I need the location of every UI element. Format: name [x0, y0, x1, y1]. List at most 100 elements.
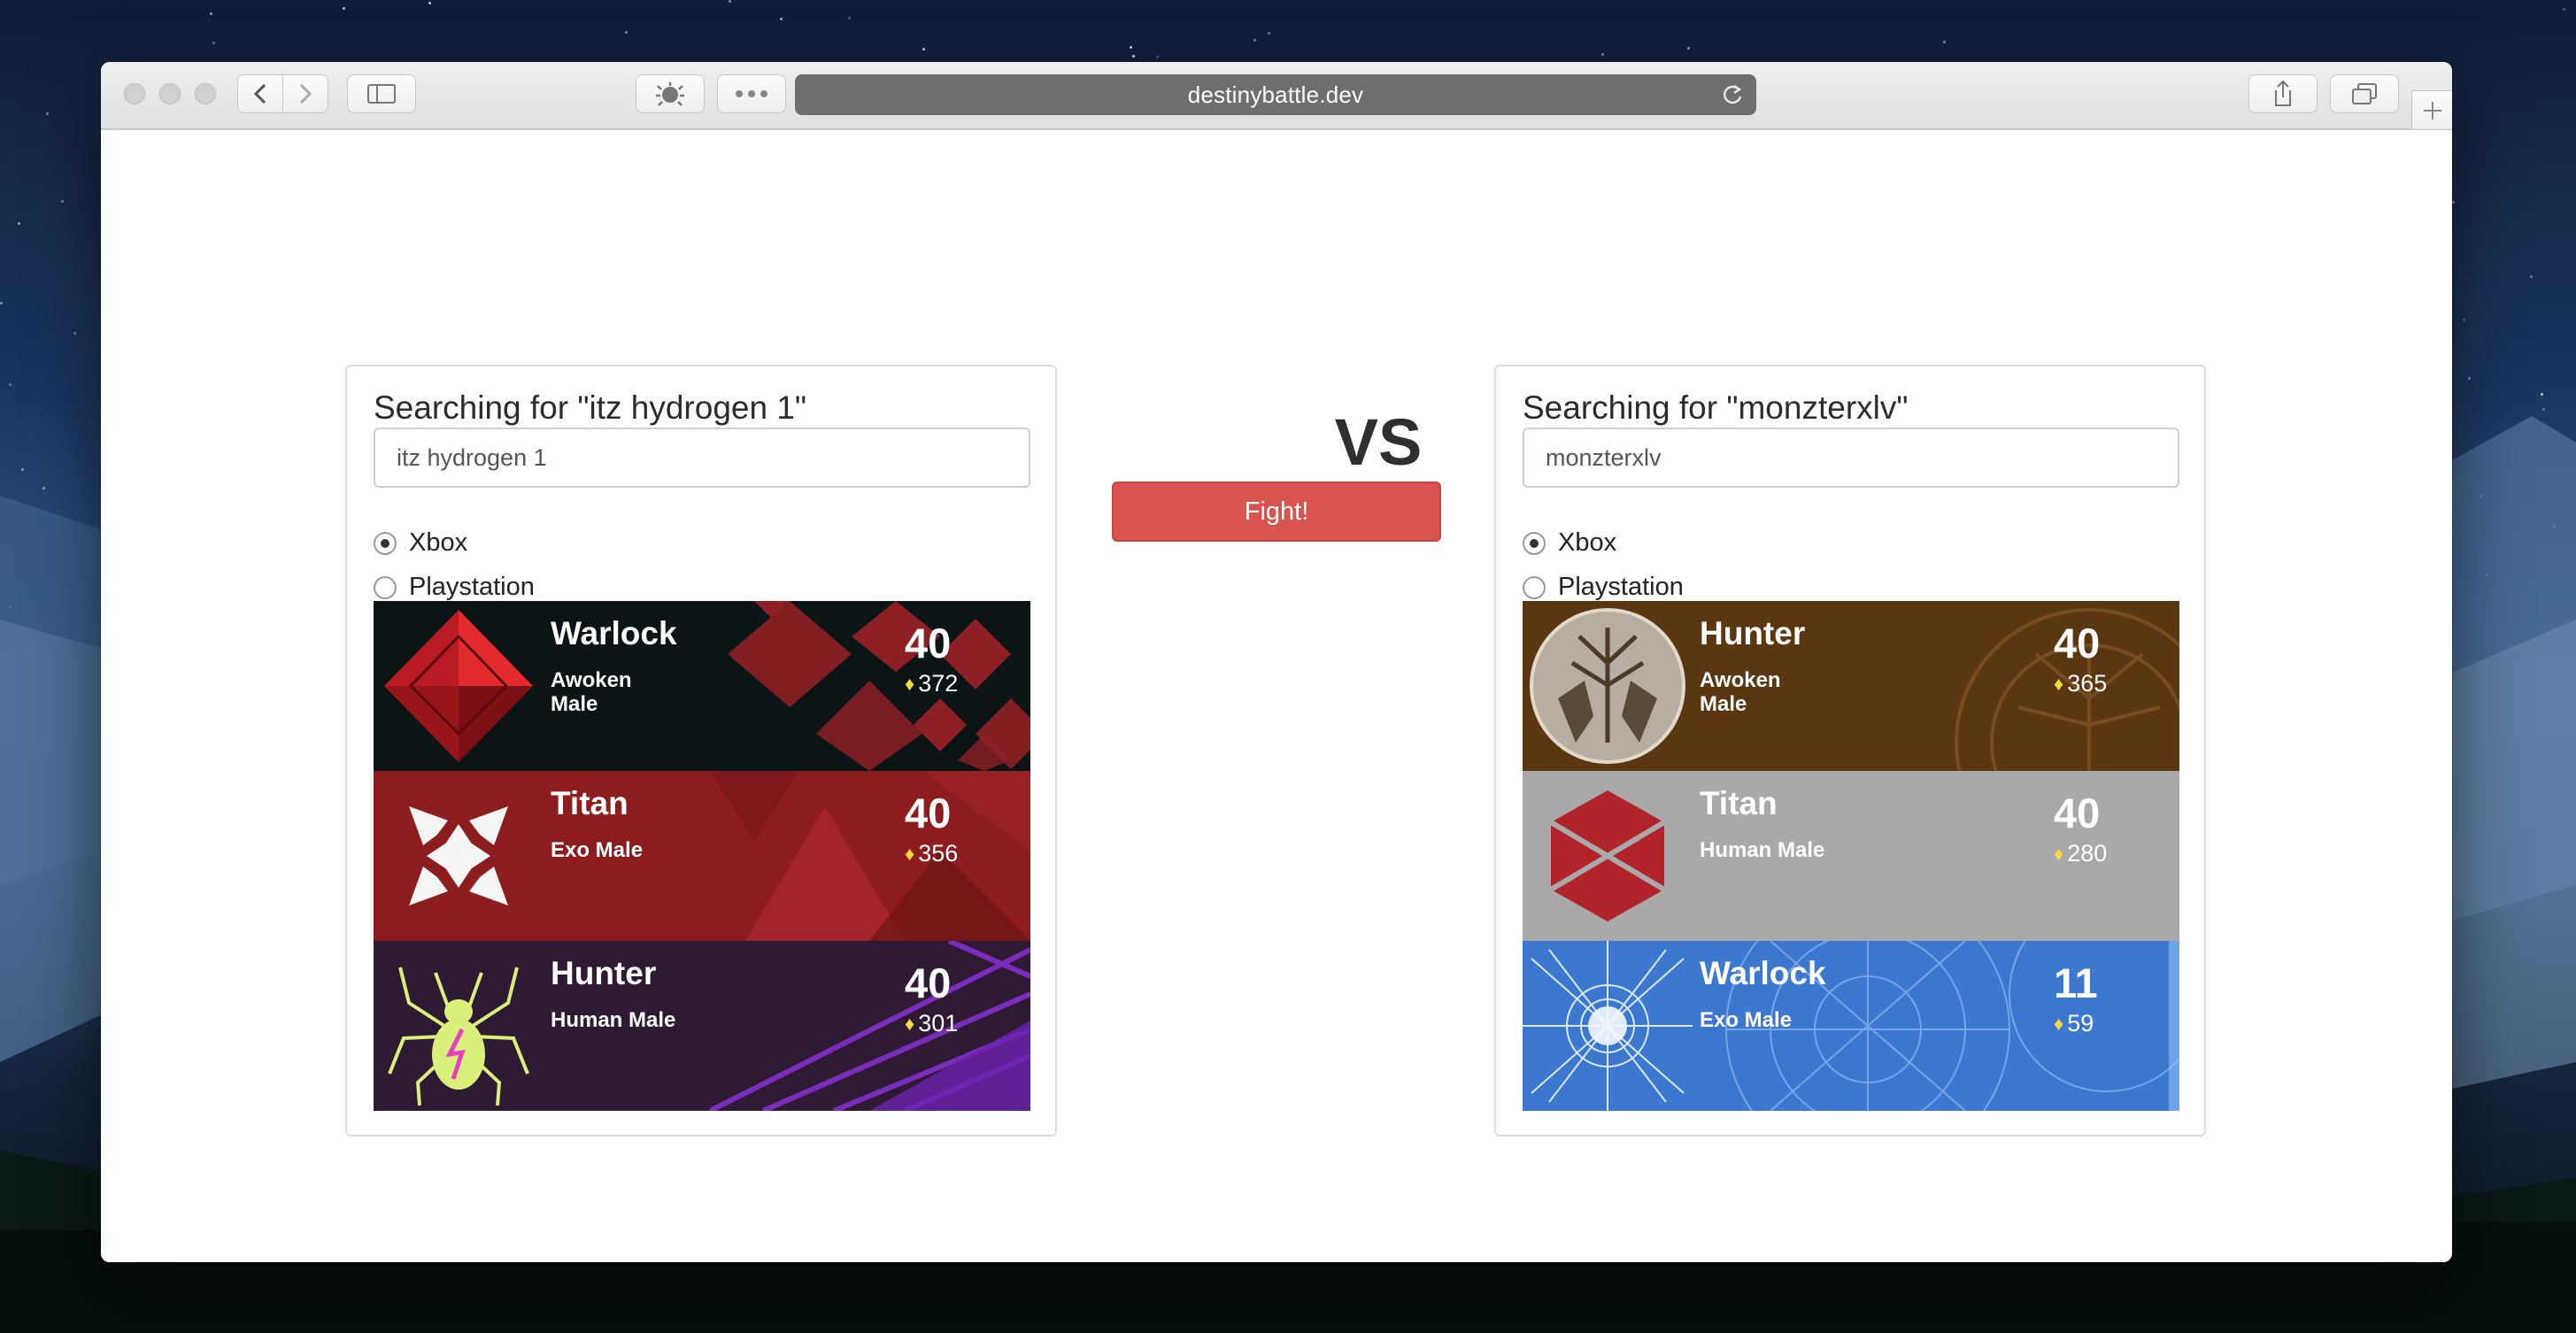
platform-option-playstation[interactable]: Playstation — [374, 573, 535, 602]
address-bar[interactable]: destinybattle.dev — [795, 74, 1756, 115]
character-class: Hunter — [1700, 615, 1806, 651]
character-card[interactable]: Titan Human Male 40 ♦ 280 — [1523, 771, 2179, 941]
player-one-panel: Searching for "itz hydrogen 1" Xbox Play… — [345, 365, 1057, 1137]
character-level: 11 — [2054, 959, 2098, 1006]
character-class: Warlock — [1700, 955, 1826, 991]
character-list: Warlock Awoken Male 40 ♦ 372 Titan Exo M… — [374, 601, 1030, 1111]
character-card[interactable]: Hunter Human Male 40 ♦ 301 — [374, 941, 1030, 1111]
light-value: 301 — [918, 1010, 959, 1036]
star-dot — [61, 200, 64, 203]
star-dot — [1268, 32, 1270, 35]
star-dot — [1132, 55, 1135, 58]
star-dot — [922, 48, 925, 50]
character-card[interactable]: Warlock Exo Male 11 ♦ 59 — [1523, 941, 2179, 1111]
star-dot — [848, 17, 851, 19]
character-level: 40 — [2054, 790, 2101, 836]
star-dot — [2452, 201, 2455, 204]
zoom-window-button[interactable] — [195, 83, 216, 104]
player-two-search-input[interactable] — [1523, 428, 2179, 488]
platform-option-xbox[interactable]: Xbox — [1523, 528, 1616, 558]
star-dot — [1156, 56, 1159, 58]
character-level: 40 — [2054, 620, 2101, 666]
character-race: Human Male — [1700, 838, 1825, 862]
player-one-search-input[interactable] — [374, 428, 1030, 488]
character-level: 40 — [905, 959, 952, 1006]
star-dot — [2480, 495, 2482, 497]
gender-line: Male — [1700, 692, 1747, 716]
minimize-window-button[interactable] — [159, 83, 181, 104]
search-heading: Searching for "itz hydrogen 1" — [374, 389, 807, 426]
reload-icon[interactable] — [1721, 83, 1744, 106]
star-dot — [212, 42, 215, 44]
star-dot — [1601, 53, 1604, 56]
star-dot — [2563, 8, 2565, 11]
extension-button[interactable] — [636, 74, 705, 113]
character-level: 40 — [905, 620, 952, 666]
character-card[interactable]: Hunter Awoken Male 40 ♦ 365 — [1523, 601, 2179, 771]
red-diamond-emblem-icon — [384, 610, 533, 762]
light-diamond-icon: ♦ — [2054, 842, 2064, 865]
character-list: Hunter Awoken Male 40 ♦ 365 Titan Human … — [1523, 601, 2179, 1111]
back-button[interactable] — [237, 74, 283, 113]
star-dot — [2553, 525, 2556, 528]
forward-button[interactable] — [282, 74, 328, 113]
star-dot — [2486, 574, 2488, 576]
star-dot — [46, 112, 49, 115]
tabs-icon — [2352, 83, 2377, 104]
radio-button[interactable] — [374, 575, 397, 599]
radio-button[interactable] — [1523, 531, 1546, 555]
star-dot — [2542, 408, 2545, 411]
platform-option-playstation[interactable]: Playstation — [1523, 573, 1684, 602]
white-shield-emblem-icon — [374, 771, 544, 941]
light-value: 365 — [2067, 670, 2108, 697]
character-race: Exo Male — [1700, 1008, 1793, 1032]
light-level: ♦ 280 — [2054, 840, 2107, 867]
star-dot — [2530, 275, 2533, 278]
star-dot — [73, 332, 76, 335]
character-race: Human Male — [551, 1008, 676, 1032]
light-value: 280 — [2067, 840, 2108, 867]
platform-label: Playstation — [1558, 573, 1684, 601]
light-diamond-icon: ♦ — [2054, 672, 2064, 695]
star-dot — [9, 605, 12, 608]
ellipsis-icon — [736, 90, 767, 97]
tabs-overview-button[interactable] — [2330, 74, 2399, 113]
sidebar-toggle-button[interactable] — [347, 74, 416, 113]
new-tab-button[interactable] — [2411, 90, 2452, 129]
close-window-button[interactable] — [124, 83, 145, 104]
chevron-right-icon — [299, 83, 312, 104]
extensions-more-button[interactable] — [717, 74, 786, 113]
browser-toolbar: destinybattle.dev — [101, 62, 2452, 130]
light-value: 59 — [2067, 1010, 2094, 1036]
star-dot — [2541, 393, 2543, 396]
platform-label: Xbox — [409, 528, 468, 557]
character-card[interactable]: Warlock Awoken Male 40 ♦ 372 — [374, 601, 1030, 771]
browser-window: destinybattle.dev Searching for "itz hyd… — [101, 62, 2452, 1262]
fight-button[interactable]: Fight! — [1112, 482, 1441, 542]
versus-label: VS — [1334, 405, 1423, 479]
star-dot — [625, 31, 628, 34]
light-diamond-icon: ♦ — [905, 1012, 915, 1035]
light-diamond-icon: ♦ — [905, 672, 915, 695]
race-line: Awoken — [551, 668, 632, 692]
star-dot — [780, 18, 783, 20]
share-button[interactable] — [2248, 74, 2318, 113]
star-dot — [1687, 47, 1690, 50]
character-race: Exo Male — [551, 838, 644, 862]
chevron-left-icon — [253, 83, 266, 104]
platform-option-xbox[interactable]: Xbox — [374, 528, 467, 558]
star-dot — [42, 487, 45, 489]
radio-button[interactable] — [1523, 575, 1546, 599]
star-dot — [729, 0, 731, 3]
light-level: ♦ 365 — [2054, 670, 2107, 697]
character-card[interactable]: Titan Exo Male 40 ♦ 356 — [374, 771, 1030, 941]
star-dot — [428, 2, 431, 4]
radio-button[interactable] — [374, 531, 397, 555]
spider-emblem-icon — [374, 941, 544, 1111]
bug-icon — [656, 82, 684, 106]
character-class: Titan — [551, 785, 629, 821]
character-class: Titan — [1700, 785, 1778, 821]
red-hexagon-emblem-icon — [1549, 790, 1666, 921]
search-heading: Searching for "monzterxlv" — [1523, 389, 1909, 426]
character-race: Awoken Male — [1700, 668, 1781, 716]
